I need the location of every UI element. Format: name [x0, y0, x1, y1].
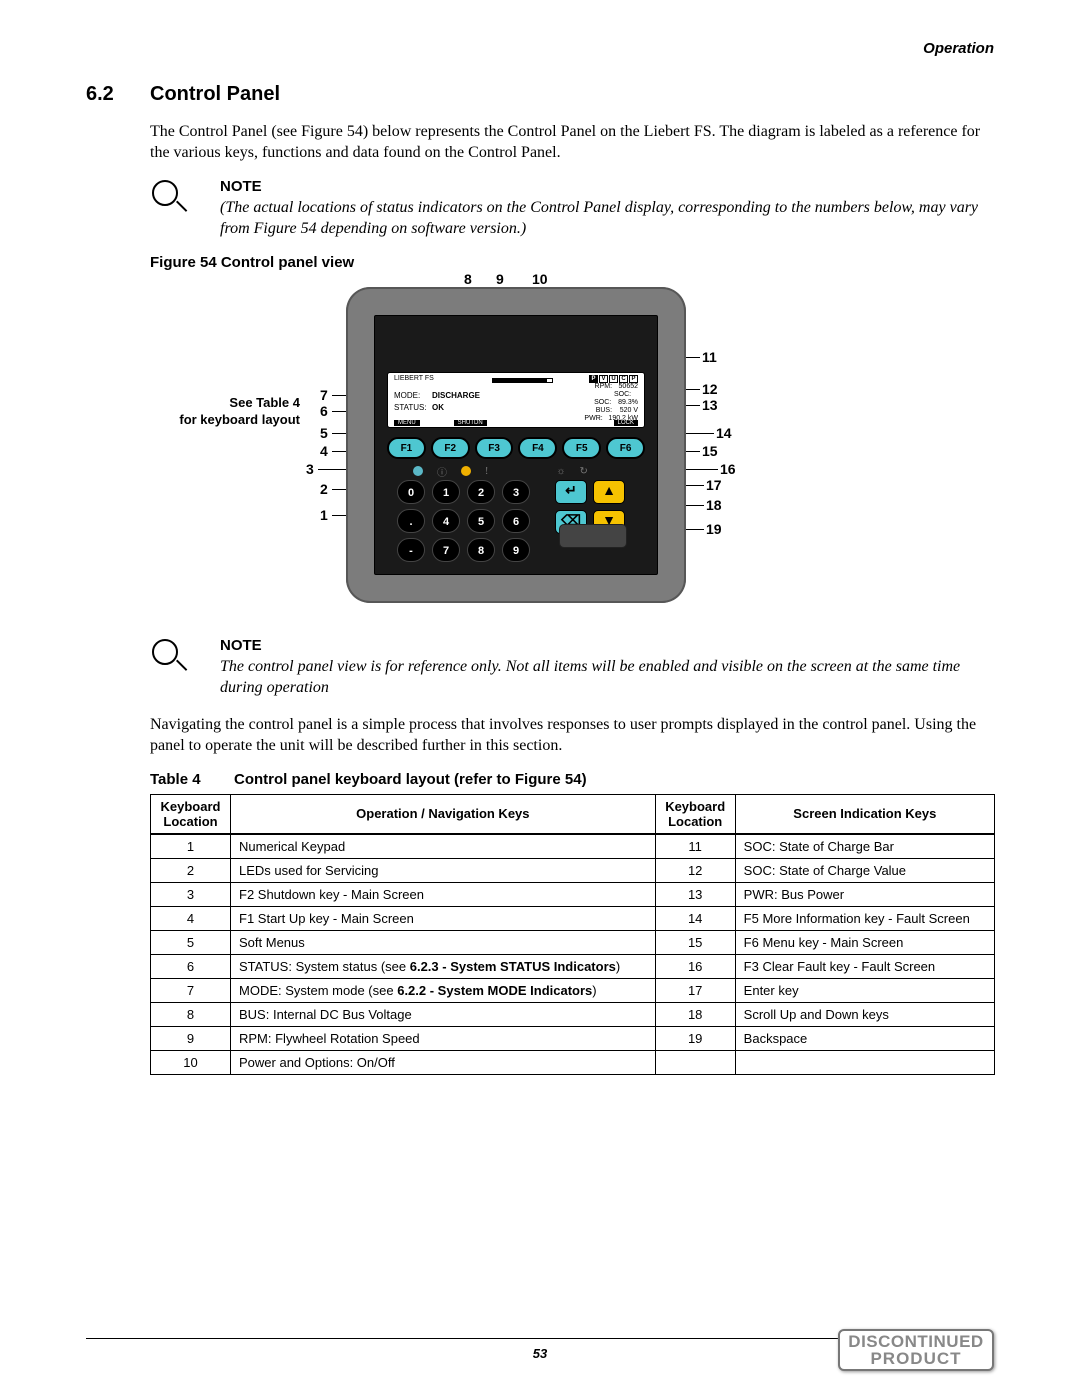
callout-1: 1: [320, 507, 328, 523]
control-panel-device: LIEBERT FS P V U C P MODE:DISCHARGE STA: [346, 287, 686, 603]
note-2: NOTE The control panel view is for refer…: [150, 637, 994, 699]
figure-aside: See Table 4for keyboard layout: [150, 395, 300, 429]
callout-3: 3: [306, 461, 314, 477]
callout-11: 11: [702, 349, 717, 365]
table-row: 8BUS: Internal DC Bus Voltage18Scroll Up…: [151, 1002, 995, 1026]
callout-17: 17: [706, 477, 722, 493]
table-caption: Table 4Control panel keyboard layout (re…: [150, 771, 994, 788]
table-row: 1Numerical Keypad11SOC: State of Charge …: [151, 834, 995, 859]
callout-15: 15: [702, 443, 718, 459]
lcd-screen: LIEBERT FS P V U C P MODE:DISCHARGE STA: [387, 372, 645, 428]
callout-8: 8: [464, 271, 472, 287]
callout-7: 7: [320, 387, 328, 403]
th-2: Operation / Navigation Keys: [231, 794, 656, 834]
table-row: 7MODE: System mode (see 6.2.2 - System M…: [151, 978, 995, 1002]
led-info-icon: [413, 466, 423, 476]
section-number: 6.2: [86, 83, 150, 106]
num-dot-key[interactable]: .: [397, 509, 425, 533]
num-5-key[interactable]: 5: [467, 509, 495, 533]
table-row: 6STATUS: System status (see 6.2.3 - Syst…: [151, 954, 995, 978]
num-7-key[interactable]: 7: [432, 538, 460, 562]
figure-caption: Figure 54 Control panel view: [150, 254, 994, 271]
f6-key[interactable]: F6: [606, 437, 645, 459]
soc-bar: [492, 376, 592, 381]
callout-12: 12: [702, 381, 718, 397]
discontinued-stamp: DISCONTINUED PRODUCT: [838, 1329, 994, 1371]
table-row: 10Power and Options: On/Off: [151, 1050, 995, 1074]
callout-13: 13: [702, 397, 718, 413]
service-led-row: ⓘ ! ☼↻: [413, 464, 588, 479]
intro-paragraph: The Control Panel (see Figure 54) below …: [150, 122, 994, 164]
f4-key[interactable]: F4: [518, 437, 557, 459]
num-minus-key[interactable]: -: [397, 538, 425, 562]
lcd-product-name: LIEBERT FS: [394, 375, 434, 382]
th-4: Screen Indication Keys: [735, 794, 994, 834]
note-2-title: NOTE: [220, 637, 994, 654]
callout-10: 10: [532, 271, 548, 287]
num-9-key[interactable]: 9: [502, 538, 530, 562]
num-6-key[interactable]: 6: [502, 509, 530, 533]
f5-key[interactable]: F5: [562, 437, 601, 459]
function-key-row: F1 F2 F3 F4 F5 F6: [387, 437, 645, 459]
table-row: 5Soft Menus15F6 Menu key - Main Screen: [151, 930, 995, 954]
section-heading: 6.2Control Panel: [86, 83, 994, 106]
num-2-key[interactable]: 2: [467, 480, 495, 504]
num-8-key[interactable]: 8: [467, 538, 495, 562]
num-3-key[interactable]: 3: [502, 480, 530, 504]
note-1: NOTE (The actual locations of status ind…: [150, 178, 994, 240]
section-title-text: Control Panel: [150, 83, 280, 105]
paragraph-2: Navigating the control panel is a simple…: [150, 715, 994, 757]
callout-4: 4: [320, 443, 328, 459]
callout-6: 6: [320, 403, 328, 419]
callout-18: 18: [706, 497, 722, 513]
f1-key[interactable]: F1: [387, 437, 426, 459]
callout-19: 19: [706, 521, 722, 537]
table-row: 4F1 Start Up key - Main Screen14F5 More …: [151, 906, 995, 930]
figure-54: See Table 4for keyboard layout 8 9 10 7 …: [150, 277, 994, 627]
numeric-keypad: 0 1 2 3 . 4 5 6 - 7 8 9: [397, 480, 530, 562]
note-1-text: (The actual locations of status indicato…: [220, 197, 994, 240]
table-row: 3F2 Shutdown key - Main Screen13PWR: Bus…: [151, 882, 995, 906]
num-4-key[interactable]: 4: [432, 509, 460, 533]
callout-5: 5: [320, 425, 328, 441]
num-1-key[interactable]: 1: [432, 480, 460, 504]
callout-2: 2: [320, 481, 328, 497]
f3-key[interactable]: F3: [475, 437, 514, 459]
magnifier-icon: [150, 180, 188, 218]
scroll-up-key[interactable]: ▲: [593, 480, 625, 504]
th-3: KeyboardLocation: [655, 794, 735, 834]
header-section: Operation: [86, 40, 994, 57]
callout-9: 9: [496, 271, 504, 287]
callout-16: 16: [720, 461, 736, 477]
lcd-indicator-row: P V U C P: [589, 375, 638, 383]
led-warning-icon: [461, 466, 471, 476]
table-row: 2LEDs used for Servicing12SOC: State of …: [151, 858, 995, 882]
f2-key[interactable]: F2: [431, 437, 470, 459]
brand-badge: [559, 524, 627, 548]
note-2-text: The control panel view is for reference …: [220, 656, 994, 699]
table-4: KeyboardLocation Operation / Navigation …: [150, 794, 995, 1075]
table-row: 9RPM: Flywheel Rotation Speed19Backspace: [151, 1026, 995, 1050]
callout-14: 14: [716, 425, 732, 441]
magnifier-icon: [150, 639, 188, 677]
num-0-key[interactable]: 0: [397, 480, 425, 504]
enter-key[interactable]: ↵: [555, 480, 587, 504]
note-1-title: NOTE: [220, 178, 994, 195]
th-1: KeyboardLocation: [151, 794, 231, 834]
